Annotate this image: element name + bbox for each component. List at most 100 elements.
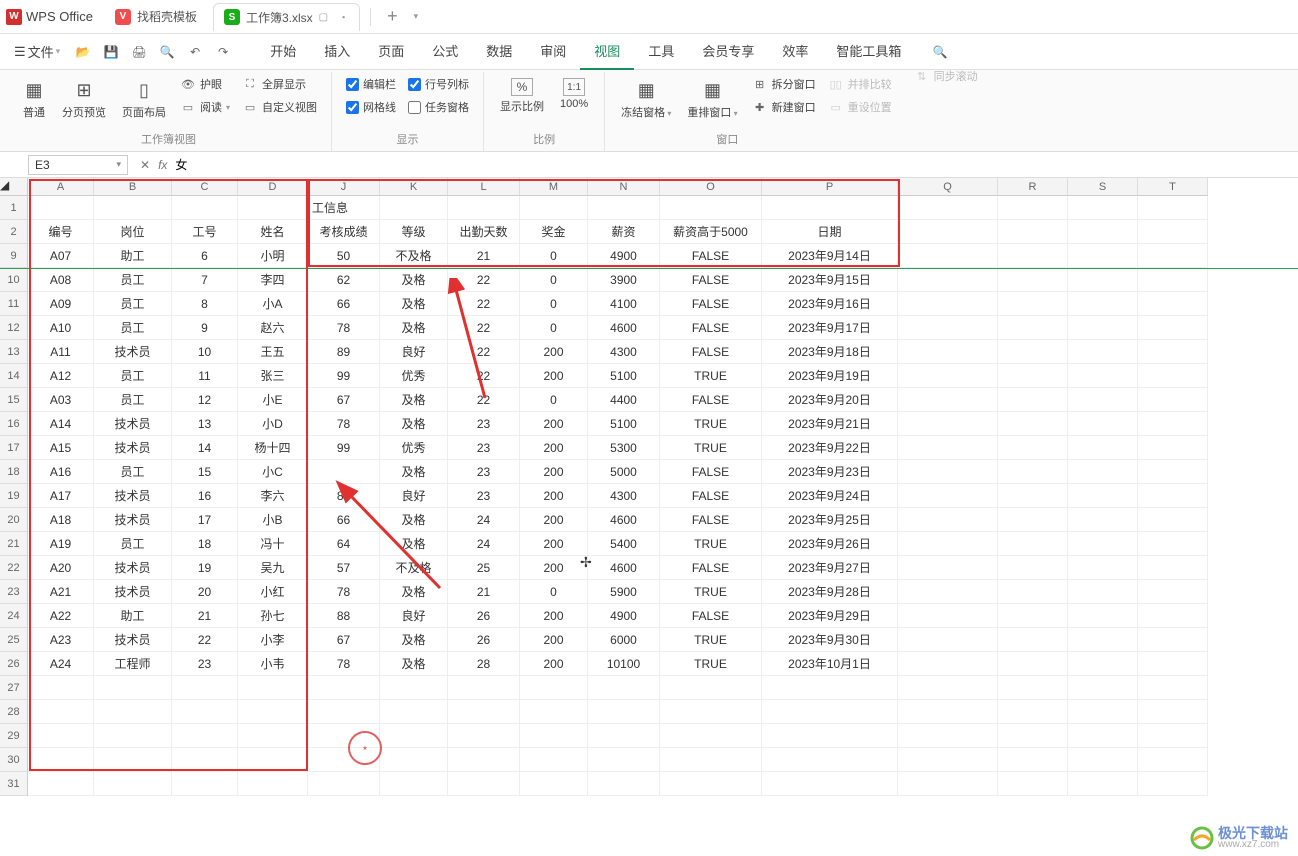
cell[interactable]: FALSE: [660, 508, 762, 532]
cell[interactable]: 小C: [238, 460, 308, 484]
cell[interactable]: [1138, 580, 1208, 604]
cell[interactable]: [238, 700, 308, 724]
cell[interactable]: 23: [448, 460, 520, 484]
col-header-B[interactable]: B: [94, 178, 172, 196]
cell[interactable]: TRUE: [660, 652, 762, 676]
cell[interactable]: [28, 196, 94, 220]
cell[interactable]: [1068, 460, 1138, 484]
cell[interactable]: 21: [172, 604, 238, 628]
cell[interactable]: A17: [28, 484, 94, 508]
cell[interactable]: [898, 364, 998, 388]
cell[interactable]: FALSE: [660, 460, 762, 484]
cell[interactable]: [1138, 748, 1208, 772]
cell[interactable]: [1138, 436, 1208, 460]
col-header-J[interactable]: J: [308, 178, 380, 196]
cell[interactable]: [898, 676, 998, 700]
cell[interactable]: [1138, 652, 1208, 676]
cell[interactable]: [172, 772, 238, 796]
cell[interactable]: 2023年9月29日: [762, 604, 898, 628]
cell[interactable]: 10100: [588, 652, 660, 676]
cell[interactable]: [998, 220, 1068, 244]
col-header-S[interactable]: S: [1068, 178, 1138, 196]
cell[interactable]: 4600: [588, 508, 660, 532]
cell[interactable]: [1138, 292, 1208, 316]
read-mode-button[interactable]: ▭阅读 ▾: [176, 97, 234, 117]
cell[interactable]: 良好: [380, 484, 448, 508]
cell[interactable]: 吴九: [238, 556, 308, 580]
normal-view-button[interactable]: ▦ 普通: [16, 74, 52, 124]
close-icon[interactable]: ・: [338, 9, 349, 25]
cell[interactable]: A23: [28, 628, 94, 652]
row-header-22[interactable]: 22: [0, 556, 28, 580]
cell[interactable]: [998, 508, 1068, 532]
cell[interactable]: [1138, 556, 1208, 580]
cell[interactable]: [998, 412, 1068, 436]
cell[interactable]: 工程师: [94, 652, 172, 676]
cell[interactable]: [1068, 220, 1138, 244]
cell[interactable]: [448, 196, 520, 220]
tab-workbook[interactable]: S 工作簿3.xlsx ▢ ・: [213, 3, 360, 31]
cell[interactable]: 78: [308, 652, 380, 676]
cell[interactable]: 78: [308, 580, 380, 604]
cell[interactable]: [238, 748, 308, 772]
cell[interactable]: 17: [172, 508, 238, 532]
cell[interactable]: 2023年9月22日: [762, 436, 898, 460]
cell[interactable]: [448, 724, 520, 748]
cell[interactable]: [1138, 220, 1208, 244]
cell[interactable]: [898, 532, 998, 556]
cell[interactable]: 冯十: [238, 532, 308, 556]
cell[interactable]: [28, 772, 94, 796]
custom-view-button[interactable]: ▭自定义视图: [238, 97, 321, 117]
preview-icon[interactable]: 🔍: [154, 39, 180, 65]
cell[interactable]: [1068, 244, 1138, 268]
cell[interactable]: 24: [448, 532, 520, 556]
cell[interactable]: FALSE: [660, 244, 762, 268]
row-header-13[interactable]: 13: [0, 340, 28, 364]
cell[interactable]: [660, 724, 762, 748]
cell[interactable]: 技术员: [94, 436, 172, 460]
cancel-icon[interactable]: ✕: [140, 158, 150, 172]
cell[interactable]: 22: [448, 340, 520, 364]
cell[interactable]: 5400: [588, 532, 660, 556]
cell[interactable]: A16: [28, 460, 94, 484]
menu-tab-8[interactable]: 会员专享: [688, 33, 768, 70]
save-icon[interactable]: 💾: [98, 39, 124, 65]
col-header-A[interactable]: A: [28, 178, 94, 196]
cell[interactable]: [28, 676, 94, 700]
col-header-L[interactable]: L: [448, 178, 520, 196]
cell[interactable]: 8: [172, 292, 238, 316]
search-button[interactable]: 🔍: [927, 39, 953, 65]
cell[interactable]: [1068, 604, 1138, 628]
cell[interactable]: [660, 676, 762, 700]
cell[interactable]: [308, 460, 380, 484]
cell[interactable]: 员工: [94, 388, 172, 412]
cell[interactable]: 200: [520, 652, 588, 676]
row-header-29[interactable]: 29: [0, 724, 28, 748]
cell[interactable]: [998, 268, 1068, 292]
zoom-button[interactable]: % 显示比例: [494, 74, 550, 118]
row-header-20[interactable]: 20: [0, 508, 28, 532]
cell[interactable]: 67: [308, 628, 380, 652]
pagelayout-view-button[interactable]: ▯ 页面布局: [116, 74, 172, 124]
cell[interactable]: TRUE: [660, 532, 762, 556]
cell[interactable]: [94, 196, 172, 220]
cell[interactable]: 0: [520, 268, 588, 292]
cell[interactable]: A24: [28, 652, 94, 676]
cell[interactable]: 200: [520, 412, 588, 436]
cell[interactable]: [238, 676, 308, 700]
cell[interactable]: 2023年9月15日: [762, 268, 898, 292]
cell[interactable]: A20: [28, 556, 94, 580]
cell[interactable]: 9: [172, 316, 238, 340]
col-header-O[interactable]: O: [660, 178, 762, 196]
cell[interactable]: 16: [172, 484, 238, 508]
cell[interactable]: 孙七: [238, 604, 308, 628]
cell[interactable]: A19: [28, 532, 94, 556]
cell[interactable]: [172, 196, 238, 220]
cell[interactable]: 7: [172, 268, 238, 292]
cell[interactable]: 24: [448, 508, 520, 532]
cell[interactable]: [520, 748, 588, 772]
cell[interactable]: 工信息: [308, 196, 380, 220]
cell[interactable]: [448, 676, 520, 700]
cell[interactable]: [1068, 508, 1138, 532]
cell[interactable]: [1138, 604, 1208, 628]
